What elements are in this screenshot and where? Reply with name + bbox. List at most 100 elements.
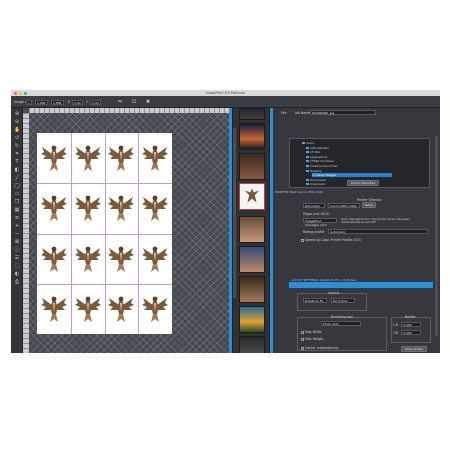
folder-icon: [306, 160, 309, 163]
frame-select[interactable]: No Frame: [331, 298, 355, 303]
text-icon[interactable]: T: [14, 159, 20, 165]
app-window: ImagePrint 9.0 Platinum Image # 1 1.984 …: [11, 90, 440, 353]
color-management-select[interactable]: ImagePrint manages color: [303, 218, 337, 227]
max-height-label: Max Height: [305, 337, 324, 341]
rating-profile-select[interactable]: Automatic: [328, 229, 428, 234]
rotate-select[interactable]: Rotate to Fit: [303, 298, 327, 303]
hawk-image-cell[interactable]: [106, 238, 136, 280]
width-field[interactable]: 1.984: [35, 99, 48, 105]
border-tb-field[interactable]: 0.400: [401, 330, 421, 335]
hawk-image-cell[interactable]: [140, 187, 170, 229]
hand-icon[interactable]: ✋: [14, 127, 20, 133]
hawk-image-cell[interactable]: [39, 137, 69, 179]
grid-icon[interactable]: ▦: [14, 207, 20, 213]
align-icon[interactable]: ≡: [14, 215, 20, 221]
media-select[interactable]: Roll paper: [303, 203, 325, 208]
max-width-label: Max Width: [305, 330, 322, 334]
folder-tree-item[interactable]: administrator: [306, 146, 386, 150]
folder-tree-item[interactable]: Applications: [306, 155, 386, 159]
hawk-image-cell[interactable]: [106, 288, 136, 330]
window-title: ImagePrint 9.0 Platinum: [206, 91, 245, 95]
settings-scrollbar[interactable]: [435, 136, 438, 336]
height-field[interactable]: 1.884: [51, 99, 64, 105]
fill-icon[interactable]: ◧: [14, 167, 20, 173]
bounding-box-label: Bounding box: [331, 315, 353, 319]
layer-icon[interactable]: ❐: [14, 199, 20, 205]
thumbnail-image[interactable]: [239, 306, 265, 333]
thumbnail-image[interactable]: [239, 336, 265, 353]
thumbnail-image[interactable]: [239, 246, 265, 273]
job-name-label: Job Name: [295, 111, 311, 115]
add-icon[interactable]: +: [14, 223, 20, 229]
layout-canvas[interactable]: [23, 108, 229, 353]
thumbnail-image[interactable]: [239, 276, 265, 303]
line-icon[interactable]: ╱: [14, 175, 20, 181]
zoom-out-icon[interactable]: ⊖: [14, 119, 20, 125]
border-lr-field[interactable]: 0.400: [401, 322, 421, 327]
folder-tree-item-label: Desktop: [310, 168, 322, 173]
stack-icon[interactable]: ☰: [14, 255, 20, 261]
thumbnail-image[interactable]: [239, 108, 265, 120]
crop-icon[interactable]: ⌗: [14, 151, 20, 157]
thumbnail-scrollbar[interactable]: [233, 128, 236, 298]
printer-select[interactable]: Canon iPRO-1000: [328, 203, 360, 208]
zoom-in-icon[interactable]: ⊕: [14, 111, 20, 117]
info-icon[interactable]: ⓘ: [14, 247, 20, 253]
hawk-image-cell[interactable]: [39, 238, 69, 280]
folder-tree-item-label: Creative Cloud Files: [310, 164, 338, 168]
speed-up-profile-checkbox[interactable]: Speed Up Color Printer Profile (ICS): [301, 238, 361, 242]
rect-icon[interactable]: ▭: [14, 191, 20, 197]
lock-icon[interactable]: ⊠: [14, 239, 20, 245]
hawk-image-cell[interactable]: [140, 137, 170, 179]
frame-icon[interactable]: ⬚: [14, 263, 20, 269]
hawk-image-cell[interactable]: [106, 137, 136, 179]
x-field[interactable]: 0.00: [72, 99, 83, 105]
hawk-image-cell[interactable]: [73, 238, 103, 280]
pages-label: Pages and 16.00: [303, 212, 330, 216]
folder-tree-item-selected[interactable]: Canon Images: [312, 173, 392, 178]
cut-line-horizontal: [37, 233, 172, 234]
thumbnail-image[interactable]: [239, 216, 265, 243]
folder-icon: [306, 178, 309, 181]
folder-tree-item[interactable]: Desktop: [306, 169, 386, 173]
thumbnail-image-selected[interactable]: [239, 183, 265, 210]
hawk-image-cell[interactable]: [140, 238, 170, 280]
folder-icon: [306, 169, 309, 172]
folder-tree-item[interactable]: Creative Cloud Files: [306, 164, 386, 168]
hawk-image-cell[interactable]: [106, 187, 136, 229]
flip-icon[interactable]: ⇋: [117, 99, 123, 105]
y-field[interactable]: 0.00: [90, 99, 101, 105]
hawk-image-cell[interactable]: [39, 187, 69, 229]
delete-icon[interactable]: −: [14, 231, 20, 237]
add-to-favorites-button[interactable]: Add to Favorites: [347, 180, 379, 186]
trash-icon[interactable]: ✖: [145, 99, 151, 105]
ellipse-icon[interactable]: ◯: [14, 183, 20, 189]
fit-icon[interactable]: ⊡: [131, 99, 137, 105]
print-icon[interactable]: ⎙: [14, 279, 20, 285]
thumbnail-image[interactable]: [239, 123, 265, 150]
hawk-image-cell[interactable]: [39, 288, 69, 330]
image-number-field[interactable]: 1: [26, 99, 32, 105]
rotate-right-icon[interactable]: ↻: [14, 143, 20, 149]
max-height-checkbox[interactable]: Max Height: [301, 337, 323, 341]
paper-page[interactable]: [37, 133, 172, 334]
center-automatically-checkbox[interactable]: Center automatically: [301, 346, 338, 350]
bounding-box-select[interactable]: Photo Size: [321, 321, 361, 326]
folder-tree-item[interactable]: Users: [302, 141, 382, 145]
setup-button[interactable]: Setup: [362, 202, 376, 208]
printer-section-header[interactable]: PRINTER: Best Canon PRO-1000: [273, 190, 440, 194]
color-icon[interactable]: ◐: [14, 271, 20, 277]
border-lr-label: L.R: [393, 323, 399, 327]
hawk-image-cell[interactable]: [73, 288, 103, 330]
hawk-image-cell[interactable]: [73, 187, 103, 229]
show-poster-button[interactable]: Show Poster: [401, 346, 427, 352]
folder-tree-item[interactable]: CTP&R Container: [306, 159, 386, 163]
thumbnail-strip: [232, 108, 270, 353]
thumbnail-image[interactable]: [239, 153, 265, 180]
max-width-checkbox[interactable]: Max Width: [301, 330, 322, 334]
rotate-left-icon[interactable]: ↺: [14, 135, 20, 141]
hawk-image-cell[interactable]: [73, 137, 103, 179]
hawk-image-cell[interactable]: [140, 288, 170, 330]
job-name-field[interactable]: DSCN0086_jpg: [310, 110, 376, 115]
folder-tree-item[interactable]: CF-Mac: [306, 150, 386, 154]
